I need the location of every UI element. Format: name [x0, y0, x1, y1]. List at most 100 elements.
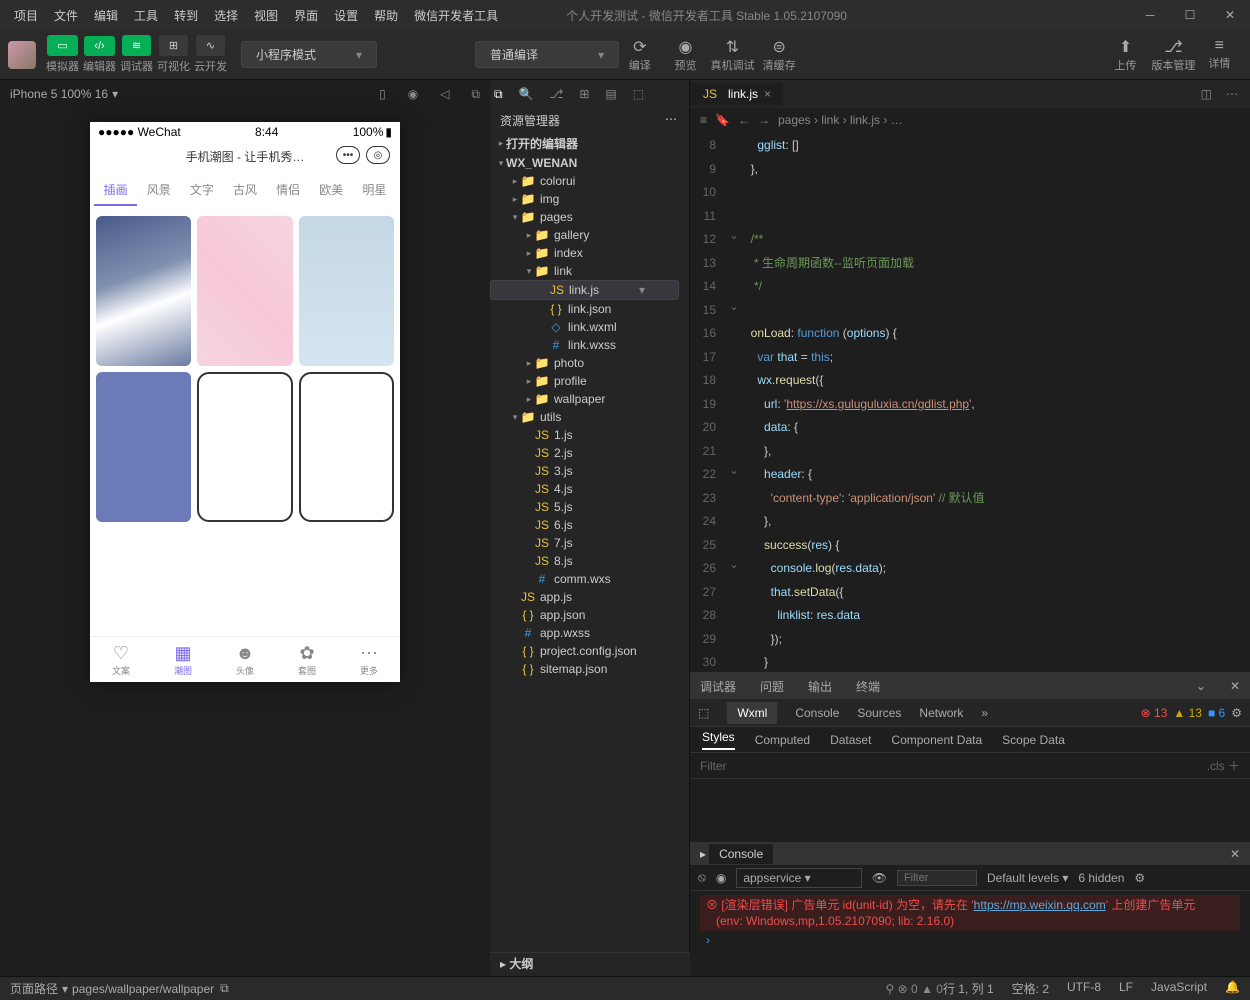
- sim-icon[interactable]: ⧉: [471, 87, 480, 102]
- more-icon[interactable]: ⋯: [665, 112, 679, 129]
- wallpaper-thumb[interactable]: [299, 216, 394, 366]
- ext-icon[interactable]: ▤: [605, 87, 616, 101]
- sim-icon[interactable]: ◁: [440, 87, 449, 102]
- wallpaper-thumb[interactable]: [197, 216, 292, 366]
- tree-item[interactable]: { }link.json: [490, 300, 689, 318]
- tree-item[interactable]: ▸📁colorui: [490, 172, 689, 190]
- menu-item[interactable]: 视图: [246, 7, 286, 24]
- tree-item[interactable]: JSapp.js: [490, 588, 689, 606]
- style-tab[interactable]: Styles: [702, 730, 735, 750]
- ext-icon[interactable]: ⊞: [579, 87, 589, 101]
- detail-button[interactable]: ≡: [1201, 37, 1238, 55]
- close-tab-icon[interactable]: ×: [764, 87, 771, 101]
- style-tab[interactable]: Component Data: [891, 733, 982, 747]
- inspect-icon[interactable]: ⬚: [698, 706, 709, 720]
- wallpaper-thumb[interactable]: [197, 372, 292, 522]
- editor-button[interactable]: ‹/›: [84, 36, 114, 56]
- tree-item[interactable]: JSlink.js: [490, 280, 679, 300]
- tree-item[interactable]: ▸📁index: [490, 244, 689, 262]
- nav-item[interactable]: ▦潮图: [152, 637, 214, 682]
- tree-item[interactable]: ▸📁photo: [490, 354, 689, 372]
- page-path[interactable]: pages/wallpaper/wallpaper: [72, 982, 214, 996]
- menu-item[interactable]: 工具: [126, 7, 166, 24]
- devtool-subtab[interactable]: Console: [795, 706, 839, 720]
- category-tab[interactable]: 插画: [94, 175, 137, 206]
- breadcrumb[interactable]: ≡🔖 ←→ pages › link › link.js › …: [690, 108, 1250, 132]
- gear-icon[interactable]: ⚙: [1231, 706, 1242, 720]
- category-tab[interactable]: 欧美: [310, 175, 353, 206]
- visual-button[interactable]: ⊞: [159, 35, 188, 56]
- close-icon[interactable]: ✕: [1230, 847, 1240, 861]
- tree-section[interactable]: ▸打开的编辑器: [490, 133, 689, 154]
- menu-item[interactable]: 设置: [326, 7, 366, 24]
- sim-icon[interactable]: ◉: [408, 87, 418, 102]
- tree-item[interactable]: ▸📁wallpaper: [490, 390, 689, 408]
- version-button[interactable]: ⎇: [1150, 37, 1196, 57]
- tree-item[interactable]: #app.wxss: [490, 624, 689, 642]
- editor-tab[interactable]: JS link.js ×: [690, 83, 783, 105]
- level-select[interactable]: Default levels ▾: [987, 871, 1068, 885]
- style-tab[interactable]: Dataset: [830, 733, 871, 747]
- menu-item[interactable]: 界面: [286, 7, 326, 24]
- nav-item[interactable]: ⋯更多: [338, 637, 400, 682]
- wallpaper-thumb[interactable]: [96, 372, 191, 522]
- close-icon[interactable]: ✕: [1230, 679, 1240, 693]
- tree-item[interactable]: JS5.js: [490, 498, 689, 516]
- tree-item[interactable]: ▸📁gallery: [490, 226, 689, 244]
- branch-icon[interactable]: ⎇: [550, 87, 564, 101]
- scope-icon[interactable]: ◉: [716, 871, 726, 885]
- more-tabs-icon[interactable]: »: [981, 706, 988, 720]
- category-tab[interactable]: 明星: [353, 175, 396, 206]
- tree-item[interactable]: JS1.js: [490, 426, 689, 444]
- scope-select[interactable]: appservice ▾: [736, 868, 861, 888]
- close-capsule[interactable]: ◎: [366, 146, 390, 164]
- style-tab[interactable]: Scope Data: [1002, 733, 1065, 747]
- menu-item[interactable]: 帮助: [366, 7, 406, 24]
- sim-icon[interactable]: ▯: [379, 87, 386, 102]
- tree-item[interactable]: #link.wxss: [490, 336, 689, 354]
- tree-item[interactable]: JS4.js: [490, 480, 689, 498]
- copy-icon[interactable]: ⧉: [220, 981, 229, 996]
- tree-item[interactable]: JS3.js: [490, 462, 689, 480]
- upload-button[interactable]: ⬆: [1105, 37, 1146, 57]
- category-tab[interactable]: 情侣: [267, 175, 310, 206]
- outline-section[interactable]: ▸ 大纲: [490, 952, 690, 976]
- menu-item[interactable]: 编辑: [86, 7, 126, 24]
- mode-select[interactable]: 小程序模式: [241, 41, 377, 68]
- console-filter[interactable]: [897, 870, 977, 886]
- menu-item[interactable]: 项目: [6, 7, 46, 24]
- devtool-tab[interactable]: 问题: [760, 678, 784, 695]
- nav-item[interactable]: ☻头像: [214, 637, 276, 682]
- tree-item[interactable]: ▸📁profile: [490, 372, 689, 390]
- style-tab[interactable]: Computed: [755, 733, 810, 747]
- debugger-button[interactable]: ≋: [122, 35, 151, 56]
- clear-cache-button[interactable]: ⊜: [758, 37, 799, 57]
- tree-item[interactable]: ◇link.wxml: [490, 318, 689, 336]
- tree-item[interactable]: { }sitemap.json: [490, 660, 689, 678]
- menu-capsule[interactable]: •••: [336, 146, 360, 164]
- compile-button[interactable]: ⟳: [619, 37, 660, 57]
- more-icon[interactable]: ⋯: [1226, 87, 1238, 101]
- tree-item[interactable]: ▾📁pages: [490, 208, 689, 226]
- devtool-subtab[interactable]: Wxml: [727, 702, 777, 724]
- tree-item[interactable]: ▾📁utils: [490, 408, 689, 426]
- tree-section[interactable]: ▾WX_WENAN: [490, 154, 689, 172]
- ext-icon[interactable]: ⬚: [633, 87, 644, 101]
- menu-item[interactable]: 微信开发者工具: [406, 7, 506, 24]
- search-icon[interactable]: 🔍: [519, 87, 534, 101]
- devtool-tab[interactable]: 输出: [808, 678, 832, 695]
- tree-item[interactable]: { }project.config.json: [490, 642, 689, 660]
- category-tab[interactable]: 风景: [137, 175, 180, 206]
- wallpaper-thumb[interactable]: [96, 216, 191, 366]
- category-tabs[interactable]: 插画风景文字古风情侣欧美明星: [90, 171, 400, 210]
- code-editor[interactable]: 8910111213141516171819202122232425262728…: [690, 132, 1250, 672]
- tree-item[interactable]: JS2.js: [490, 444, 689, 462]
- avatar[interactable]: [8, 41, 36, 69]
- menu-item[interactable]: 文件: [46, 7, 86, 24]
- device-label[interactable]: iPhone 5 100% 16: [10, 87, 108, 101]
- nav-item[interactable]: ♡文案: [90, 637, 152, 682]
- close-button[interactable]: ✕: [1210, 0, 1250, 30]
- menu-item[interactable]: 选择: [206, 7, 246, 24]
- devtool-tab[interactable]: 调试器: [700, 678, 736, 695]
- wallpaper-thumb[interactable]: [299, 372, 394, 522]
